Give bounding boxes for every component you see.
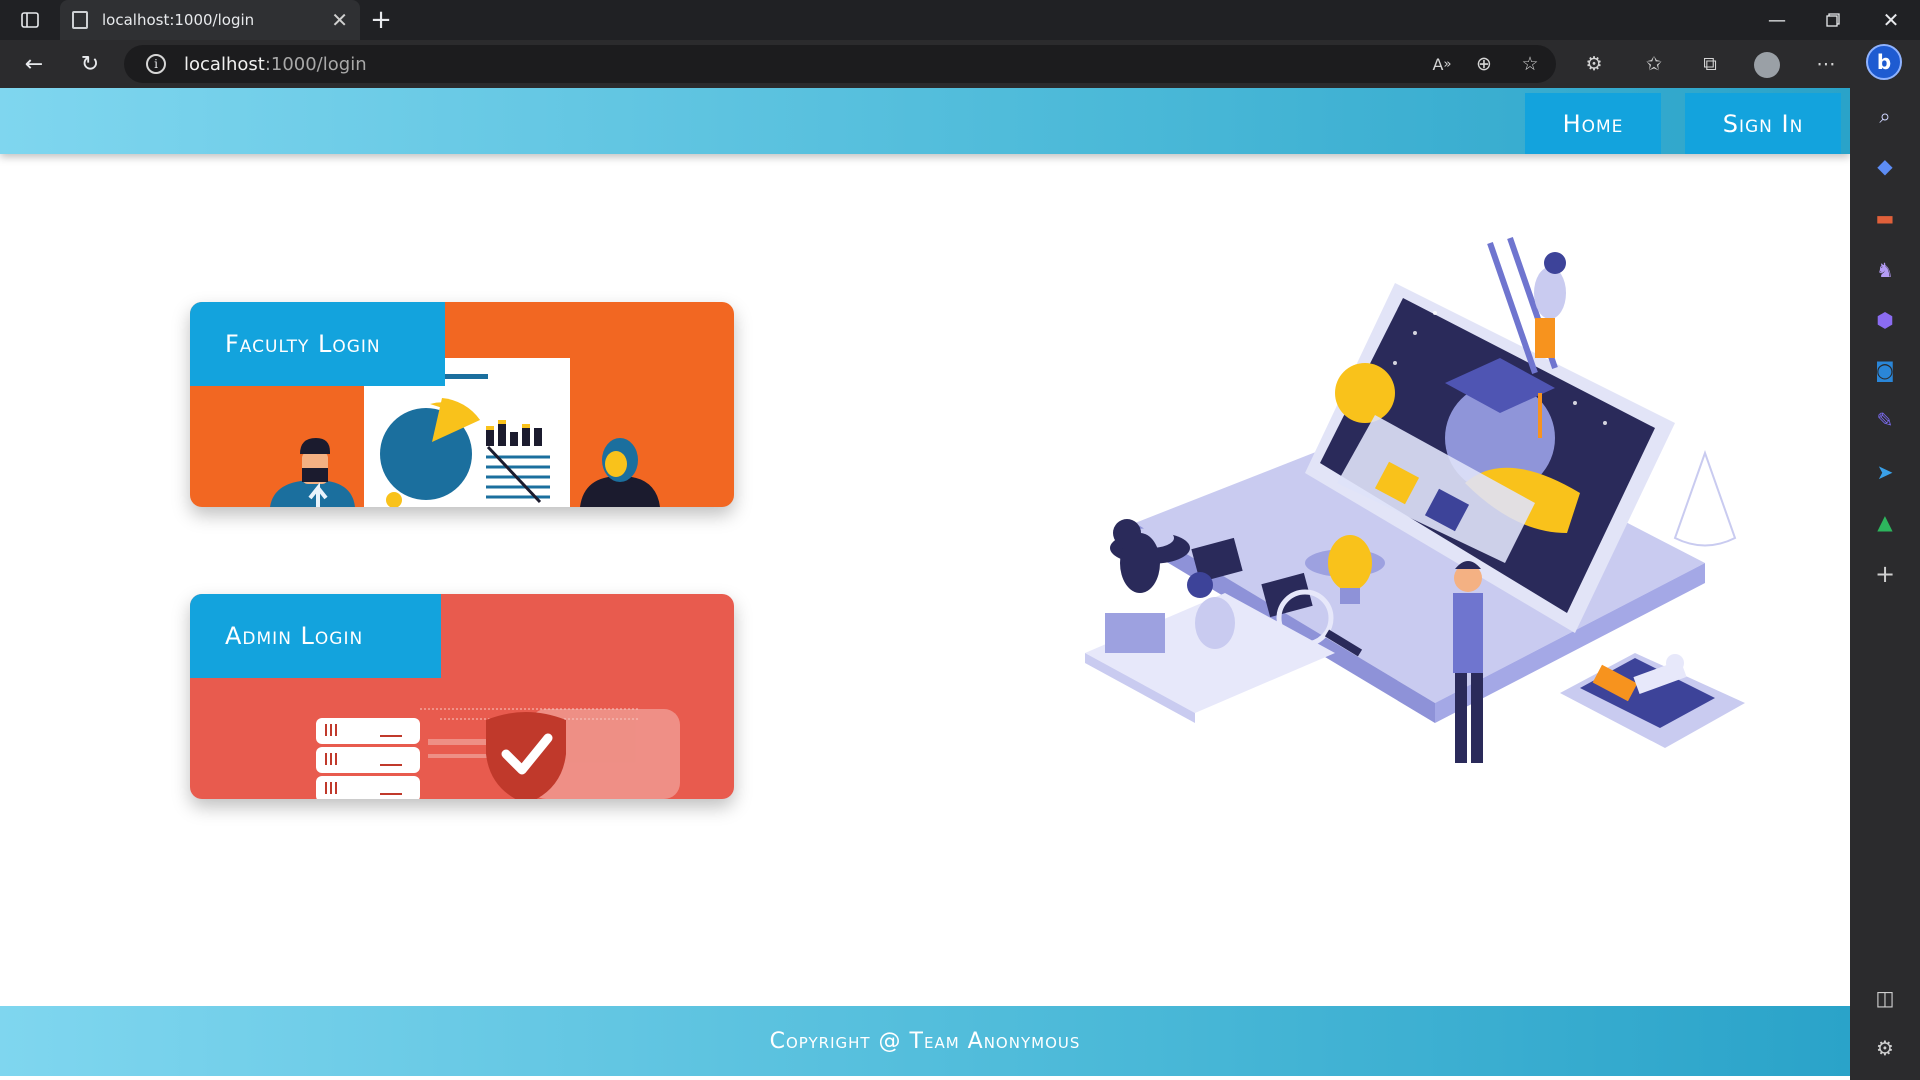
new-tab-icon[interactable]: + <box>366 0 396 40</box>
extensions-icon[interactable]: ⚙ <box>1574 40 1614 88</box>
send-icon[interactable]: ➤ <box>1871 458 1899 486</box>
site-navbar: Home Sign In <box>0 88 1850 154</box>
home-nav-link[interactable]: Home <box>1525 93 1661 154</box>
settings-icon[interactable]: ⚙ <box>1871 1034 1899 1062</box>
site-info-icon[interactable]: i <box>146 54 166 74</box>
tab-bar: localhost:1000/login ✕ + — ✕ <box>0 0 1920 40</box>
admin-login-card[interactable]: Admin Login <box>190 594 734 799</box>
faculty-login-label: Faculty Login <box>190 302 445 386</box>
zoom-icon[interactable]: ⊕ <box>1464 40 1504 88</box>
page-content: Home Sign In Faculty Login Admin Login C… <box>0 88 1850 1080</box>
tools-icon[interactable]: ▬ <box>1871 204 1899 232</box>
copilot-icon[interactable]: b <box>1866 44 1902 80</box>
collections-icon[interactable]: ⧉ <box>1690 40 1730 88</box>
url-field[interactable]: i localhost:1000/login <box>124 45 1556 83</box>
restore-icon[interactable] <box>1818 0 1848 40</box>
edge-sidebar: ⌕ ◆ ▬ ♞ ⬢ ◙ ✎ ➤ ▲ + ◫ ⚙ <box>1850 88 1920 1080</box>
sign-in-nav-link[interactable]: Sign In <box>1685 93 1841 154</box>
close-window-icon[interactable]: ✕ <box>1876 0 1906 40</box>
games-icon[interactable]: ♞ <box>1871 256 1899 284</box>
site-footer: Copyright @ Team Anonymous <box>0 1006 1850 1076</box>
back-icon[interactable]: ← <box>14 40 54 88</box>
browser-tab[interactable]: localhost:1000/login ✕ <box>60 0 360 40</box>
more-options-icon[interactable]: ⋯ <box>1806 40 1846 88</box>
hero-illustration <box>1085 237 1745 763</box>
read-aloud-icon[interactable]: A» <box>1422 40 1462 88</box>
url-path: :1000/login <box>264 53 367 75</box>
tab-title: localhost:1000/login <box>102 11 255 29</box>
search-icon[interactable]: ⌕ <box>1871 102 1899 130</box>
address-bar: ← ↻ i localhost:1000/login A» ⊕ ☆ ⚙ ✩ ⧉ … <box>0 40 1920 88</box>
add-favorite-icon[interactable]: ☆ <box>1510 40 1550 88</box>
url-host: localhost <box>184 53 265 75</box>
admin-login-label: Admin Login <box>190 594 441 678</box>
faculty-login-card[interactable]: Faculty Login <box>190 302 734 507</box>
shopping-icon[interactable]: ◆ <box>1871 152 1899 180</box>
add-app-icon[interactable]: + <box>1871 560 1899 588</box>
close-tab-icon[interactable]: ✕ <box>331 8 348 32</box>
minimize-icon[interactable]: — <box>1762 0 1792 40</box>
designer-icon[interactable]: ✎ <box>1871 406 1899 434</box>
favorites-icon[interactable]: ✩ <box>1634 40 1674 88</box>
profile-avatar[interactable] <box>1754 52 1780 78</box>
tab-actions-icon[interactable] <box>16 0 44 40</box>
refresh-icon[interactable]: ↻ <box>70 40 110 88</box>
microsoft365-icon[interactable]: ⬢ <box>1871 306 1899 334</box>
split-screen-icon[interactable]: ◫ <box>1871 984 1899 1012</box>
outlook-icon[interactable]: ◙ <box>1871 356 1899 384</box>
tree-icon[interactable]: ▲ <box>1871 508 1899 536</box>
page-icon <box>72 11 88 29</box>
